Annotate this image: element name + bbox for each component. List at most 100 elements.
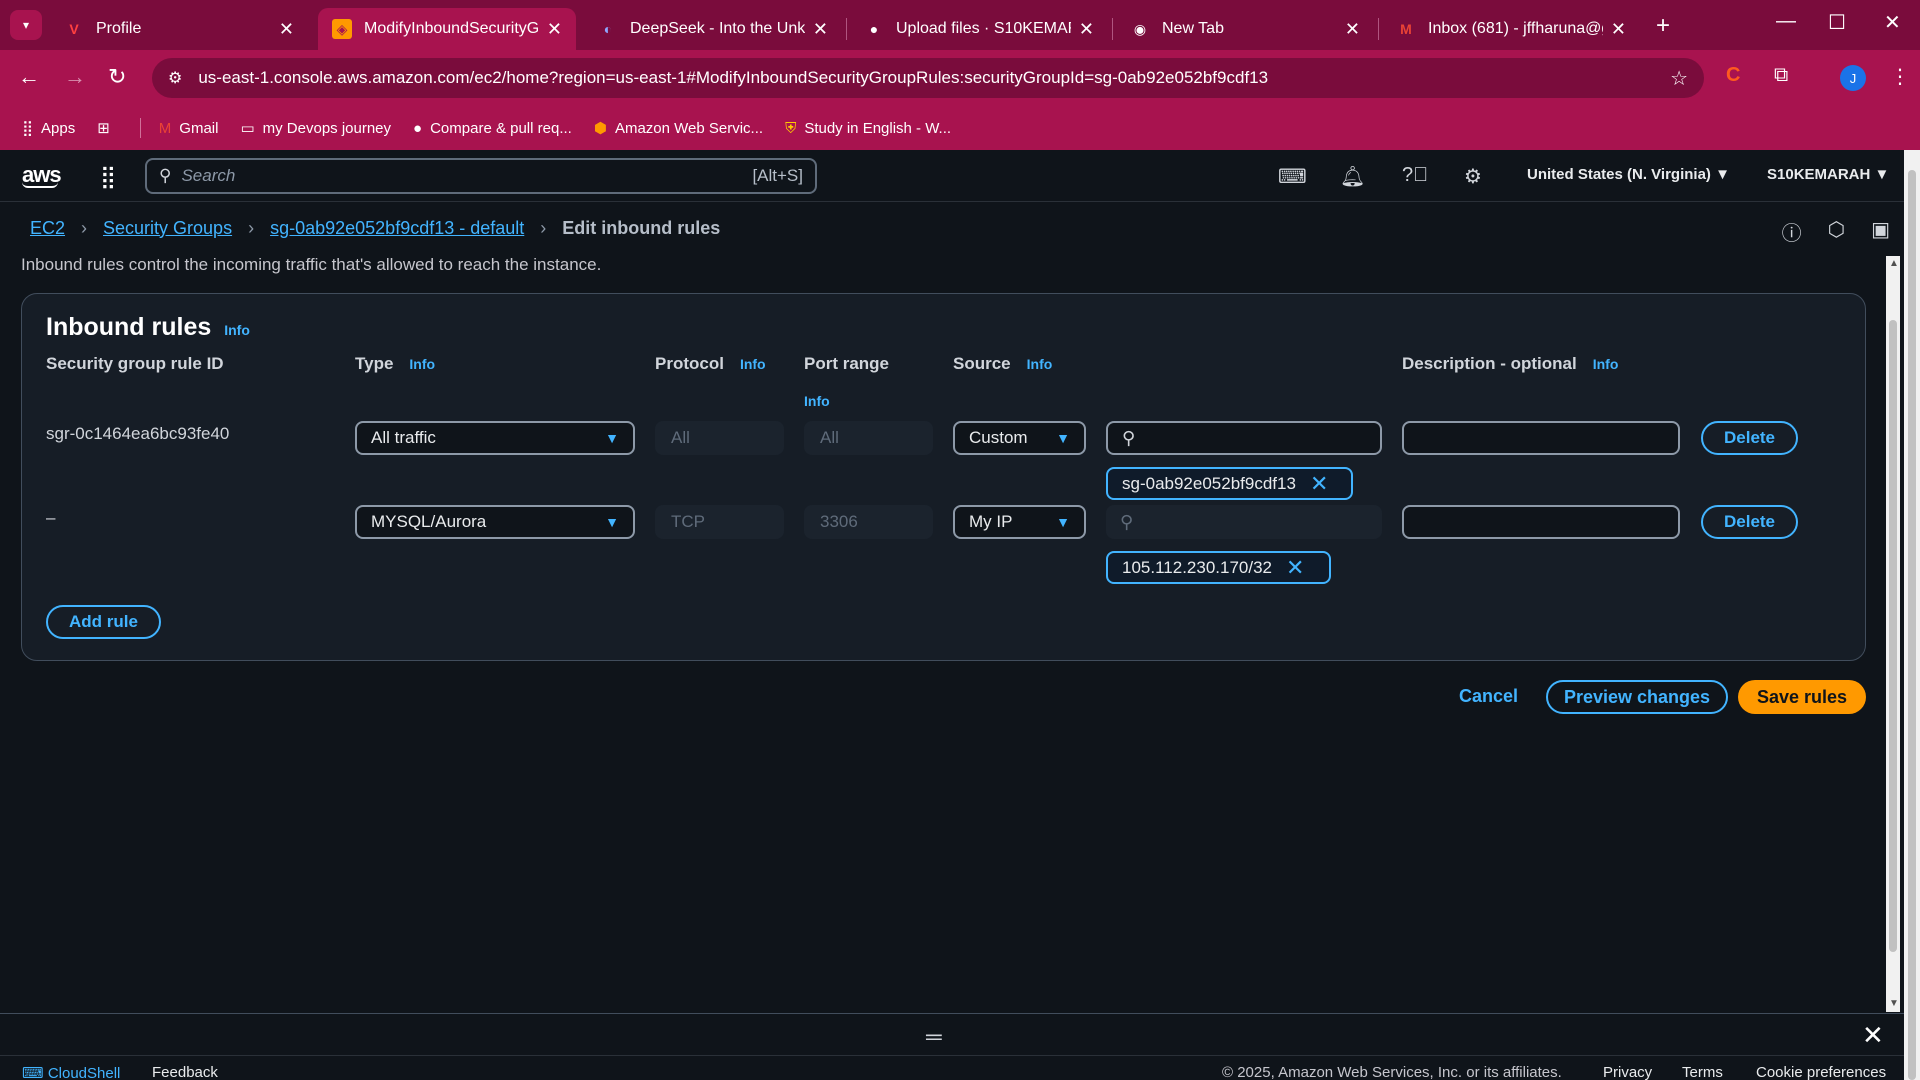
- close-tab-icon[interactable]: ✕: [1611, 19, 1626, 40]
- back-arrow-icon[interactable]: ←: [18, 64, 40, 90]
- feedback-link[interactable]: Feedback: [152, 1064, 218, 1080]
- browser-tab-aws[interactable]: ◈ ModifyInboundSecurityGroupRules ✕: [318, 8, 576, 50]
- close-tab-icon[interactable]: ✕: [547, 19, 562, 40]
- bookmark-label: Study in English - W...: [804, 119, 952, 137]
- minimize-button[interactable]: —: [1776, 10, 1796, 33]
- description-input[interactable]: [1402, 505, 1680, 539]
- aws-icon: ◈: [332, 19, 352, 39]
- close-tab-icon[interactable]: ✕: [813, 19, 828, 40]
- info-link[interactable]: Info: [1027, 356, 1053, 372]
- close-tab-icon[interactable]: ✕: [1345, 19, 1360, 40]
- chevron-right-icon: ›: [540, 217, 547, 238]
- content-scrollbar-thumb[interactable]: [1889, 320, 1897, 952]
- extensions-puzzle-icon[interactable]: ⧉: [1774, 64, 1788, 87]
- info-link[interactable]: Info: [409, 356, 435, 372]
- cancel-button[interactable]: Cancel: [1459, 686, 1518, 707]
- info-link[interactable]: Info: [224, 322, 250, 338]
- source-search-input: ⚲: [1106, 505, 1382, 539]
- inbound-rules-panel: [21, 293, 1866, 661]
- scroll-up-arrow-icon[interactable]: ▲: [1889, 258, 1899, 269]
- bookmark-compare-pr[interactable]: ● Compare & pull req...: [413, 120, 572, 137]
- source-type-select[interactable]: My IP ▼: [953, 505, 1086, 539]
- preview-changes-button[interactable]: Preview changes: [1546, 680, 1728, 714]
- cloudshell-icon[interactable]: ⌨: [1278, 164, 1307, 189]
- page-scrollbar-thumb[interactable]: [1908, 170, 1916, 1080]
- caret-down-icon: ▼: [605, 514, 619, 530]
- bookmark-tab-groups[interactable]: ⊞: [97, 119, 118, 137]
- cloudshell-link[interactable]: ⌨ CloudShell: [22, 1064, 120, 1080]
- address-bar[interactable]: ⚙ us-east-1.console.aws.amazon.com/ec2/h…: [152, 58, 1704, 98]
- screen-icon[interactable]: ▣: [1871, 217, 1890, 246]
- bookmark-folder-devops[interactable]: ▭ my Devops journey: [240, 119, 391, 138]
- site-settings-icon[interactable]: ⚙: [168, 68, 182, 88]
- reload-icon[interactable]: ↻: [108, 64, 126, 90]
- cookie-preferences-link[interactable]: Cookie preferences: [1756, 1064, 1886, 1080]
- bookmark-gmail[interactable]: M Gmail: [159, 120, 219, 137]
- drawer-resize-handle-icon[interactable]: ═: [926, 1024, 942, 1050]
- browser-tab-deepseek[interactable]: ◐ DeepSeek - Into the Unknown ✕: [584, 8, 842, 50]
- bookmark-label: Gmail: [179, 119, 219, 137]
- close-tab-icon[interactable]: ✕: [1079, 19, 1094, 40]
- caret-down-icon: ▼: [1056, 430, 1070, 446]
- folder-icon: ▭: [240, 120, 255, 137]
- info-link[interactable]: Info: [740, 356, 766, 372]
- maximize-button[interactable]: ☐: [1828, 10, 1846, 35]
- extension-icon[interactable]: C: [1726, 64, 1740, 87]
- tab-title: ModifyInboundSecurityGroupRules: [364, 20, 539, 37]
- breadcrumb-security-groups[interactable]: Security Groups: [103, 218, 232, 239]
- region-selector[interactable]: United States (N. Virginia) ▼: [1527, 166, 1730, 183]
- settings-hex-icon[interactable]: ⬡: [1828, 217, 1845, 246]
- source-type-select[interactable]: Custom ▼: [953, 421, 1086, 455]
- type-select[interactable]: MYSQL/Aurora ▼: [355, 505, 635, 539]
- breadcrumb-ec2[interactable]: EC2: [30, 218, 65, 239]
- gmail-icon: M: [158, 119, 172, 137]
- info-icon[interactable]: ⓘ: [1782, 217, 1802, 246]
- tab-title: DeepSeek - Into the Unknown: [630, 20, 805, 37]
- terms-link[interactable]: Terms: [1682, 1064, 1723, 1080]
- delete-rule-button[interactable]: Delete: [1701, 505, 1798, 539]
- info-link[interactable]: Info: [1593, 356, 1619, 372]
- services-grid-icon[interactable]: ⣿: [100, 164, 116, 190]
- info-link[interactable]: Info: [804, 393, 830, 409]
- bookmark-aws[interactable]: ⬢ Amazon Web Servic...: [593, 119, 763, 138]
- remove-token-icon[interactable]: ✕: [1310, 471, 1328, 497]
- breadcrumb-security-group[interactable]: sg-0ab92e052bf9cdf13 - default: [270, 218, 524, 239]
- aws-search-input[interactable]: ⚲ Search [Alt+S]: [145, 158, 817, 194]
- close-window-button[interactable]: ✕: [1884, 10, 1901, 35]
- new-tab-button[interactable]: +: [1656, 12, 1670, 40]
- bookmark-study-english[interactable]: ⛨ Study in English - W...: [785, 120, 951, 137]
- protocol-field: TCP: [655, 505, 784, 539]
- description-input[interactable]: [1402, 421, 1680, 455]
- close-tab-icon[interactable]: ✕: [279, 19, 294, 40]
- cloudshell-icon: ⌨: [22, 1065, 44, 1080]
- col-header-source: Source Info: [953, 354, 1052, 374]
- copyright: © 2025, Amazon Web Services, Inc. or its…: [1222, 1064, 1562, 1080]
- browser-tab-github[interactable]: ● Upload files · S10KEMARAH ✕: [850, 8, 1108, 50]
- profile-avatar[interactable]: J: [1840, 65, 1866, 91]
- forward-arrow-icon[interactable]: →: [64, 64, 86, 90]
- close-icon[interactable]: ✕: [1862, 1020, 1884, 1051]
- browser-tab-gmail[interactable]: M Inbox (681) - jffharuna@gmail.com ✕: [1382, 8, 1640, 50]
- bookmark-apps[interactable]: ⣿ Apps: [22, 119, 75, 138]
- help-icon[interactable]: ?⃝: [1402, 164, 1428, 187]
- browser-tab-profile[interactable]: V Profile ✕: [50, 8, 308, 50]
- bell-icon[interactable]: 🔔︎: [1340, 164, 1365, 189]
- aws-logo[interactable]: aws: [22, 162, 62, 188]
- browser-menu-icon[interactable]: ⋮: [1890, 64, 1910, 89]
- browser-tab-newtab[interactable]: ◉ New Tab ✕: [1116, 8, 1374, 50]
- bottom-drawer: ═ ✕: [0, 1013, 1904, 1055]
- account-menu[interactable]: S10KEMARAH ▼: [1767, 166, 1889, 183]
- gear-icon[interactable]: ⚙: [1464, 164, 1482, 189]
- tab-search-button[interactable]: ▾: [10, 10, 42, 40]
- add-rule-button[interactable]: Add rule: [46, 605, 161, 639]
- scroll-down-arrow-icon[interactable]: ▼: [1889, 998, 1899, 1009]
- save-rules-button[interactable]: Save rules: [1738, 680, 1866, 714]
- privacy-link[interactable]: Privacy: [1603, 1064, 1652, 1080]
- remove-token-icon[interactable]: ✕: [1286, 555, 1304, 581]
- type-select[interactable]: All traffic ▼: [355, 421, 635, 455]
- bookmark-star-icon[interactable]: ☆: [1670, 66, 1688, 91]
- aws-cube-icon: ⬢: [593, 120, 607, 137]
- delete-rule-button[interactable]: Delete: [1701, 421, 1798, 455]
- tab-separator: [1112, 18, 1113, 40]
- source-search-input[interactable]: ⚲: [1106, 421, 1382, 455]
